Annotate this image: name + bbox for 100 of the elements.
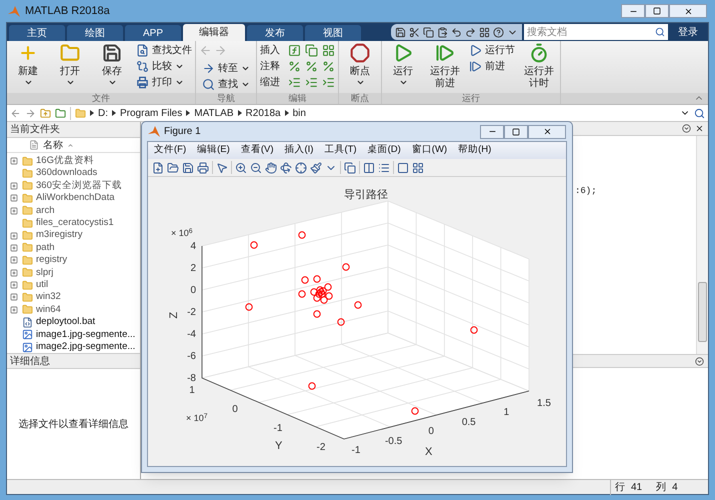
file-row[interactable]: path <box>7 242 140 254</box>
search-field[interactable]: 搜索文档 <box>524 24 668 40</box>
help-icon[interactable] <box>493 26 504 38</box>
expand-icon[interactable] <box>10 206 18 215</box>
pointer-icon[interactable] <box>216 162 228 174</box>
close-button[interactable] <box>528 124 566 138</box>
ribbon-button[interactable]: 打开 <box>49 41 91 93</box>
edit-tool-icon[interactable] <box>322 76 335 88</box>
expand-icon[interactable] <box>10 232 18 240</box>
expand-icon[interactable] <box>10 194 18 202</box>
ribbon-small-button[interactable]: 比较 <box>136 59 192 73</box>
rotate-icon[interactable] <box>280 162 292 174</box>
file-row[interactable]: 360安全浏览器下载 <box>7 180 140 192</box>
brush-icon[interactable] <box>310 162 322 174</box>
save-icon[interactable] <box>182 162 194 174</box>
zoom-out-icon[interactable] <box>250 162 262 174</box>
ribbon-button[interactable]: 运行并计时 <box>518 41 560 93</box>
menu-item[interactable]: 桌面(D) <box>368 143 401 158</box>
expand-icon[interactable] <box>10 256 18 264</box>
ribbon-small-button[interactable]: 打印 <box>136 75 192 89</box>
ribbon-button[interactable]: 断点 <box>339 41 381 93</box>
search-icon[interactable] <box>655 27 665 37</box>
folder-up-icon[interactable] <box>40 108 51 118</box>
close-icon[interactable] <box>695 124 704 133</box>
ribbon-tab[interactable]: 主页 <box>9 25 65 41</box>
file-row[interactable]: 360downloads <box>7 167 140 180</box>
column-header[interactable]: 名称 <box>43 138 63 152</box>
file-row[interactable]: deploytool.bat <box>7 316 140 328</box>
browse-folder-icon[interactable] <box>55 108 66 118</box>
maximize-button[interactable] <box>504 124 528 138</box>
expand-icon[interactable] <box>10 268 18 277</box>
printer-icon[interactable] <box>197 162 209 174</box>
file-row[interactable]: registry <box>7 254 140 267</box>
expand-icon[interactable] <box>10 306 18 314</box>
copy-icon[interactable] <box>423 26 434 38</box>
path-segment[interactable]: D: <box>98 106 108 120</box>
menu-item[interactable]: 文件(F) <box>154 143 186 158</box>
ribbon-button[interactable]: 运行并前进 <box>424 41 466 93</box>
search-icon[interactable] <box>694 108 705 118</box>
panel-menu-icon[interactable] <box>682 124 691 133</box>
ribbon-small-button[interactable]: 插入 <box>260 42 284 58</box>
ribbon-tab[interactable]: 视图 <box>305 25 361 41</box>
menu-item[interactable]: 工具(T) <box>324 143 357 158</box>
file-row[interactable]: arch <box>7 204 140 217</box>
file-row[interactable]: image1.jpg-segmente... <box>7 328 140 341</box>
paste-icon[interactable] <box>437 26 448 38</box>
cut-icon[interactable] <box>409 26 420 38</box>
edit-tool-icon[interactable] <box>322 60 335 72</box>
edit-tool-icon[interactable] <box>288 44 301 56</box>
ribbon-button[interactable]: 运行 <box>382 41 424 93</box>
ribbon-small-button[interactable]: 缩进 <box>260 74 284 90</box>
ribbon-tab[interactable]: 编辑器 <box>183 24 245 41</box>
save-icon[interactable] <box>395 26 406 38</box>
path-segment[interactable]: bin <box>292 106 306 120</box>
scrollbar-thumb[interactable] <box>698 282 707 342</box>
path-segment[interactable]: R2018a <box>246 106 281 120</box>
ribbon-small-button[interactable]: 运行节 <box>469 43 515 57</box>
ribbon-small-button[interactable]: 查找 <box>202 77 250 91</box>
back-icon[interactable] <box>10 108 21 118</box>
ribbon-tab[interactable]: APP <box>125 25 181 41</box>
forward-icon[interactable] <box>25 108 36 118</box>
menu-item[interactable]: 窗口(W) <box>412 143 448 158</box>
hand-icon[interactable] <box>265 162 277 174</box>
open-folder-icon[interactable] <box>167 162 179 174</box>
file-row[interactable]: util <box>7 278 140 292</box>
panel-menu-icon[interactable] <box>695 356 704 366</box>
expand-icon[interactable] <box>10 182 18 190</box>
expand-icon[interactable] <box>10 281 18 290</box>
panel-icon[interactable] <box>412 162 424 174</box>
path-segment[interactable]: Program Files <box>120 106 182 120</box>
edit-tool-icon[interactable] <box>322 44 335 56</box>
expand-icon[interactable] <box>10 244 18 252</box>
file-row[interactable]: win64 <box>7 304 140 316</box>
redo-icon[interactable] <box>465 26 476 38</box>
edit-tool-icon[interactable] <box>288 60 301 72</box>
expand-icon[interactable] <box>10 293 18 302</box>
ribbon-tab[interactable]: 绘图 <box>67 25 123 41</box>
expand-icon[interactable] <box>10 157 18 166</box>
maximize-button[interactable] <box>645 4 669 18</box>
new-file-icon[interactable] <box>152 162 164 174</box>
ribbon-button[interactable]: 保存 <box>91 41 133 93</box>
ribbon-small-button[interactable]: 查找文件 <box>136 43 192 57</box>
crosshair-icon[interactable] <box>295 162 307 174</box>
file-row[interactable]: image2.jpg-segmente... <box>7 340 140 353</box>
square-icon[interactable] <box>397 162 409 174</box>
file-row[interactable]: m3iregistry <box>7 229 140 242</box>
path-segment[interactable]: MATLAB <box>194 106 234 120</box>
menu-item[interactable]: 编辑(E) <box>197 143 230 158</box>
zoom-in-icon[interactable] <box>235 162 247 174</box>
ribbon-small-button[interactable]: 转至 <box>202 61 250 75</box>
close-button[interactable] <box>669 4 707 18</box>
ribbon-tab[interactable]: 发布 <box>247 25 303 41</box>
layout-icon[interactable] <box>479 26 490 38</box>
ribbon-small-button[interactable]: 注释 <box>260 58 284 74</box>
menu-item[interactable]: 查看(V) <box>240 143 274 158</box>
edit-tool-icon[interactable] <box>305 76 318 88</box>
ribbon-button[interactable]: 新建 <box>7 41 49 93</box>
edit-tool-icon[interactable] <box>305 44 318 56</box>
ribbon-small-button[interactable]: 前进 <box>469 59 515 73</box>
file-row[interactable]: files_ceratocystis1 <box>7 216 140 230</box>
